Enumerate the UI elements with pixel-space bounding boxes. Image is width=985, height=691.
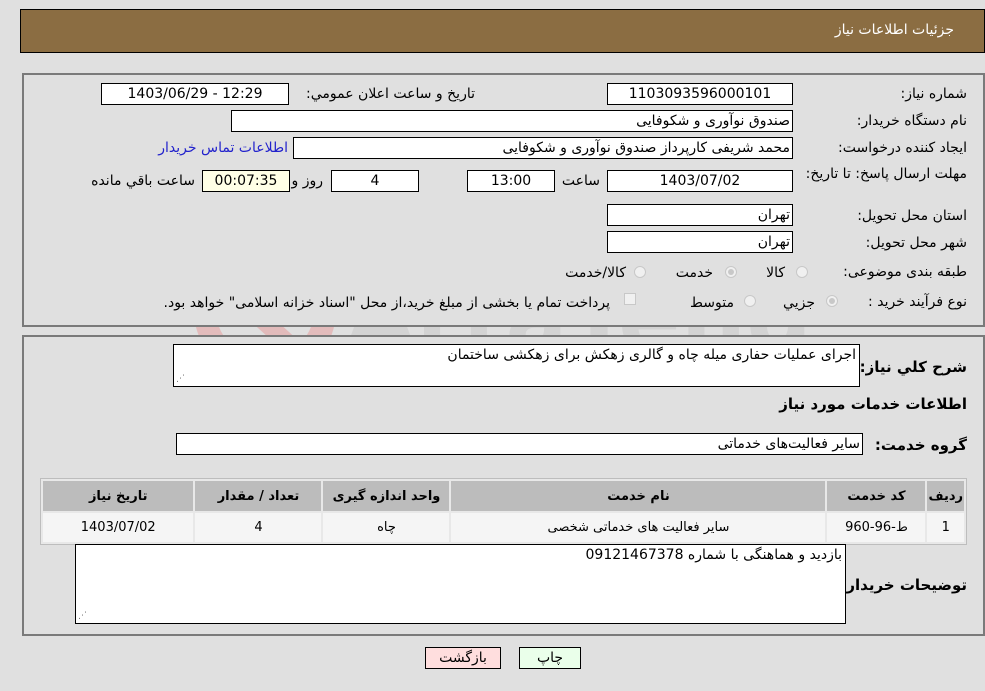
city-field: تهران xyxy=(607,231,793,253)
col-service-name: نام خدمت xyxy=(451,481,826,511)
general-desc-text: اجرای عملیات حفاری میله چاه و گالری زهکش… xyxy=(447,347,856,363)
buyer-org-field: صندوق نوآوری و شکوفایی xyxy=(231,110,793,132)
table-row: 1 ط-96-960 سایر فعالیت های خدماتی شخصی چ… xyxy=(43,513,964,542)
purchase-type-label: نوع فرآیند خرید : xyxy=(868,294,967,310)
cell-service-name: سایر فعالیت های خدماتی شخصی xyxy=(451,513,826,542)
services-heading: اطلاعات خدمات مورد نیاز xyxy=(779,395,967,413)
remaining-time-field: 00:07:35 xyxy=(202,170,290,192)
purchase-radio-minor[interactable] xyxy=(826,295,838,307)
back-button[interactable]: بازگشت xyxy=(425,647,501,669)
province-field: تهران xyxy=(607,204,793,226)
resize-grip-icon[interactable]: ⋱ xyxy=(78,612,87,621)
purchase-minor-label: جزیي xyxy=(783,295,815,311)
category-service-label: خدمت xyxy=(675,265,713,281)
buyer-contact-link[interactable]: اطلاعات تماس خریدار xyxy=(158,140,288,156)
purchase-medium-label: متوسط xyxy=(690,295,734,311)
deadline-label: مهلت ارسال پاسخ: تا تاریخ: xyxy=(805,166,967,182)
category-radio-goods-service[interactable] xyxy=(634,266,646,278)
remaining-time-label: ساعت باقي مانده xyxy=(91,173,195,189)
buyer-org-label: نام دستگاه خریدار: xyxy=(856,113,967,129)
deadline-time-field: 13:00 xyxy=(467,170,555,192)
buyer-notes-text: بازدید و هماهنگی با شماره 09121467378 xyxy=(585,547,843,563)
category-radio-goods[interactable] xyxy=(796,266,808,278)
print-button[interactable]: چاپ xyxy=(519,647,581,669)
page-header: جزئیات اطلاعات نیاز xyxy=(20,9,985,53)
cell-row: 1 xyxy=(927,513,964,542)
days-label: روز و xyxy=(291,173,324,189)
service-group-field: سایر فعالیت‌های خدماتی xyxy=(176,433,863,455)
need-number-field: 1103093596000101 xyxy=(607,83,793,105)
service-group-label: گروه خدمت: xyxy=(874,436,967,454)
deadline-time-label: ساعت xyxy=(561,173,600,189)
remaining-days-field: 4 xyxy=(331,170,419,192)
general-desc-field: اجرای عملیات حفاری میله چاه و گالری زهکش… xyxy=(173,344,860,387)
col-need-date: تاریخ نیاز xyxy=(43,481,194,511)
buyer-notes-field: بازدید و هماهنگی با شماره 09121467378 ⋱ xyxy=(75,544,846,624)
table-header-row: ردیف کد خدمت نام خدمت واحد اندازه گیری ت… xyxy=(43,481,964,511)
col-row: ردیف xyxy=(927,481,964,511)
city-label: شهر محل تحویل: xyxy=(865,235,967,251)
cell-unit: چاه xyxy=(323,513,450,542)
cell-need-date: 1403/07/02 xyxy=(43,513,194,542)
requester-label: ایجاد کننده درخواست: xyxy=(838,140,967,156)
col-unit: واحد اندازه گیری xyxy=(323,481,450,511)
services-table: ردیف کد خدمت نام خدمت واحد اندازه گیری ت… xyxy=(40,478,967,545)
announce-datetime-label: تاریخ و ساعت اعلان عمومي: xyxy=(306,86,475,102)
purchase-radio-medium[interactable] xyxy=(744,295,756,307)
col-service-code: کد خدمت xyxy=(827,481,926,511)
page-title: جزئیات اطلاعات نیاز xyxy=(834,22,954,38)
announce-datetime-field: 1403/06/29 - 12:29 xyxy=(101,83,289,105)
category-label: طبقه بندی موضوعی: xyxy=(843,264,967,280)
cell-service-code: ط-96-960 xyxy=(827,513,926,542)
resize-grip-icon[interactable]: ⋱ xyxy=(176,375,185,384)
need-number-label: شماره نیاز: xyxy=(900,86,968,102)
treasury-note: پرداخت تمام یا بخشی از مبلغ خرید،از محل … xyxy=(163,295,610,311)
col-quantity: تعداد / مقدار xyxy=(195,481,322,511)
category-goods-label: کالا xyxy=(766,265,785,281)
category-radio-service[interactable] xyxy=(725,266,737,278)
requester-field: محمد شریفی کارپرداز صندوق نوآوری و شکوفا… xyxy=(293,137,793,159)
province-label: استان محل تحویل: xyxy=(857,208,967,224)
cell-quantity: 4 xyxy=(195,513,322,542)
treasury-checkbox[interactable] xyxy=(624,293,636,305)
buyer-notes-label: توضیحات خریدار: xyxy=(840,576,967,594)
general-desc-label: شرح کلي نیاز: xyxy=(859,358,967,376)
deadline-date-field: 1403/07/02 xyxy=(607,170,793,192)
category-goods-service-label: کالا/خدمت xyxy=(565,265,626,281)
